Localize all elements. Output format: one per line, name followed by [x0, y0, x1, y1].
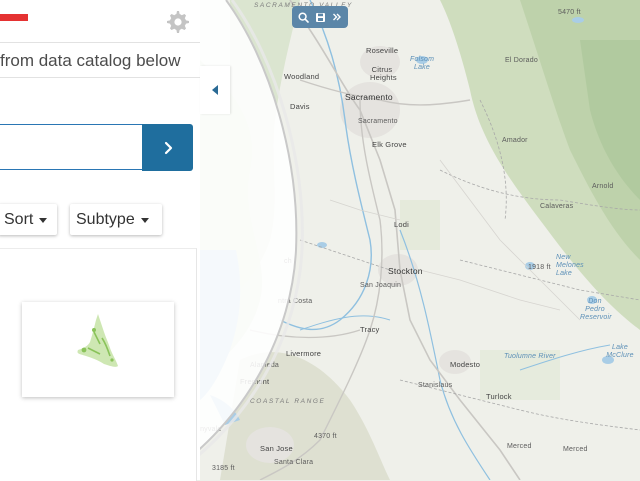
subtype-dropdown[interactable]: Subtype	[70, 204, 162, 235]
sort-label: Sort	[4, 210, 34, 228]
gear-icon[interactable]	[166, 10, 190, 34]
map-label-modesto: Modesto	[450, 360, 481, 369]
panel-subtitle: from data catalog below	[0, 51, 181, 70]
map-label-san-joaquin: San Joaquin	[360, 282, 402, 289]
map-label-arnold: Arnold	[592, 183, 614, 190]
map-label-elevation-4: 3185 ft	[212, 465, 235, 472]
map-mini-toolbar	[292, 6, 348, 28]
brand-bar	[0, 14, 28, 21]
header-divider	[0, 42, 200, 43]
map-label-merced: Merced	[563, 446, 588, 453]
subtitle-divider	[0, 77, 200, 78]
search-icon[interactable]	[298, 11, 309, 23]
map-label-contra-costa: ntra Costa	[278, 298, 313, 305]
map-label-mcclure: Lake McClure	[606, 344, 634, 359]
map-label-el-dorado: El Dorado	[505, 57, 538, 64]
map-label-coastal-range: COASTAL RANGE	[250, 398, 326, 405]
map-label-new-melones: New Melones Lake	[556, 254, 584, 277]
map-label-sacramento: Sacramento	[345, 92, 393, 102]
map-label-elevation-3: 4370 ft	[314, 433, 337, 440]
map-label-amador: Amador	[502, 137, 528, 144]
save-icon[interactable]	[315, 12, 326, 23]
map-label-don-pedro: Don Pedro Reservoir	[580, 298, 612, 321]
map-label-lodi: Lodi	[394, 220, 409, 229]
map-label-citrus-heights: Citrus Heights	[370, 65, 397, 82]
catalog-panel: from data catalog below Sort Subtype	[0, 0, 200, 481]
map-label-partial: ch	[284, 258, 292, 265]
map-label-san-jose: San Jose	[260, 444, 293, 453]
map-label-calaveras: Calaveras	[540, 203, 574, 210]
triangle-left-icon	[212, 85, 218, 95]
map-label-woodland: Woodland	[284, 72, 320, 81]
map-label-fremont: Fremont	[240, 377, 270, 386]
map-label-stockton: Stockton	[388, 266, 423, 276]
map-label-turlock: Turlock	[486, 392, 512, 401]
map-label-elk-grove: Elk Grove	[372, 140, 407, 149]
map-label-sacramento-county: Sacramento	[358, 118, 398, 125]
map-label-tracy: Tracy	[360, 325, 380, 334]
map-label-elevation-2: 1918 ft	[528, 264, 551, 271]
map-label-tuolumne-river: Tuolumne River	[504, 353, 556, 360]
map-label-stanislaus: Stanislaus	[418, 382, 453, 389]
sort-dropdown[interactable]: Sort	[0, 204, 57, 235]
chevron-down-icon	[140, 218, 149, 223]
map-label-alameda: Alameda	[250, 362, 280, 369]
map-label-elevation: 5470 ft	[558, 9, 581, 16]
map-label-davis: Davis	[290, 102, 310, 111]
chevron-down-icon	[39, 218, 48, 223]
subtype-label: Subtype	[76, 210, 135, 228]
dataset-thumbnail	[77, 314, 118, 367]
collapse-panel-button[interactable]	[200, 66, 230, 114]
search-input[interactable]	[0, 124, 142, 170]
map-label-merced-county: Merced	[507, 443, 532, 450]
dataset-thumbnail-card[interactable]	[22, 302, 174, 397]
map-label-santa-clara: Santa Clara	[274, 459, 314, 466]
map-label-livermore: Livermore	[286, 349, 322, 358]
map-label-folsom-lake: Folsom Lake	[410, 56, 435, 71]
search-submit-button[interactable]	[142, 124, 193, 171]
chevron-right-icon	[164, 141, 172, 154]
map-label-roseville: Roseville	[366, 46, 399, 55]
double-chevron-icon[interactable]	[332, 12, 342, 22]
